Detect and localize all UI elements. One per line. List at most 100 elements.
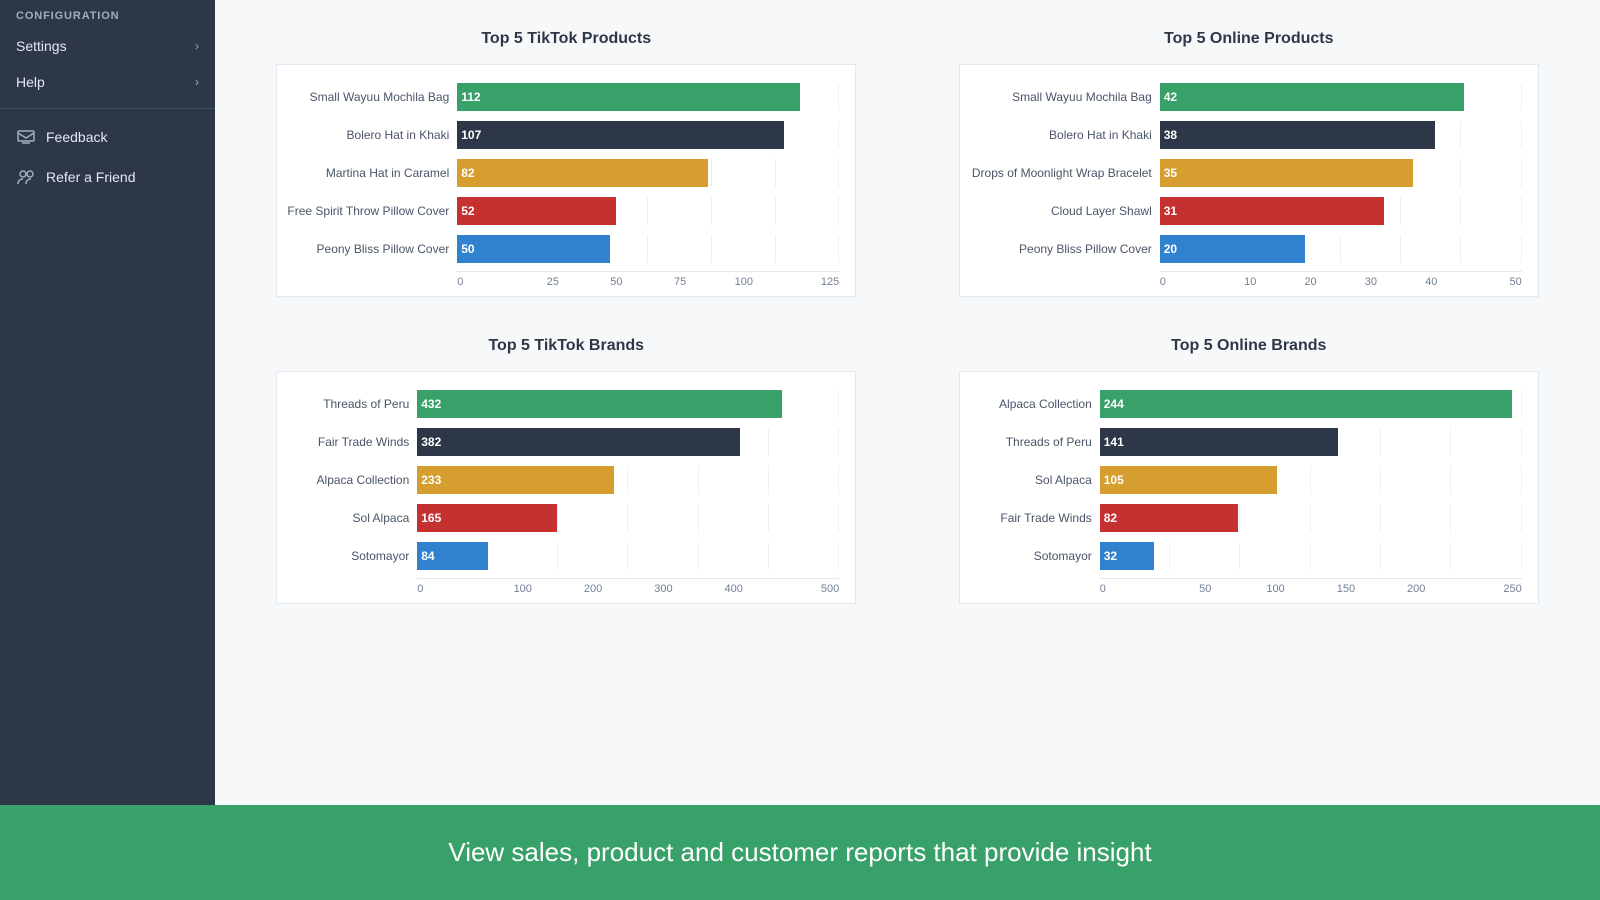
chart-online-brands-area: Alpaca Collection 244 Threads of Peru141 So… <box>959 371 1539 604</box>
x-tick: 250 <box>1451 583 1521 595</box>
settings-chevron-icon: › <box>195 39 199 53</box>
chart-tiktok-products: Top 5 TikTok Products Small Wayuu Mochil… <box>276 30 856 297</box>
bar-row: Fair Trade Winds 382 <box>277 426 839 458</box>
bar-label: Alpaca Collection <box>960 397 1100 411</box>
x-tick: 100 <box>1240 583 1310 595</box>
bar-row: Martina Hat in Caramel82 <box>277 157 839 189</box>
charts-bottom-row: Top 5 TikTok Brands Threads of Peru432Fa… <box>255 337 1560 604</box>
bar-value-label: 244 <box>1104 390 1514 418</box>
x-axis: 01020304050 <box>1160 271 1522 288</box>
bar-label: Free Spirit Throw Pillow Cover <box>277 204 457 218</box>
bar-row: Alpaca Collection233 <box>277 464 839 496</box>
bar-label: Small Wayuu Mochila Bag <box>960 90 1160 104</box>
x-tick: 50 <box>1461 276 1521 288</box>
bar-label: Fair Trade Winds <box>277 435 417 449</box>
settings-label: Settings <box>16 38 195 54</box>
bar-label: Threads of Peru <box>960 435 1100 449</box>
bar-row: Bolero Hat in Khaki38 <box>960 119 1522 151</box>
bar-track: 165 <box>417 504 839 532</box>
bar-track: 244 <box>1100 390 1522 418</box>
sidebar-item-settings[interactable]: Settings › <box>0 28 215 64</box>
bar-label: Drops of Moonlight Wrap Bracelet <box>960 166 1160 180</box>
bar-row: Sotomayor 84 <box>277 540 839 572</box>
bar-fill: 165 <box>417 504 556 532</box>
bar-value-label: 42 <box>1164 83 1466 111</box>
bar-value-label: 382 <box>421 428 741 456</box>
bar-value-label: 82 <box>461 159 710 187</box>
bar-fill: 82 <box>457 159 708 187</box>
bar-fill: 112 <box>457 83 799 111</box>
bar-value-label: 432 <box>421 390 784 418</box>
x-tick: 0 <box>1100 583 1170 595</box>
bar-value-label: 107 <box>461 121 786 149</box>
bar-fill: 233 <box>417 466 614 494</box>
bar-track: 20 <box>1160 235 1522 263</box>
bar-row: Small Wayuu Mochila Bag 112 <box>277 81 839 113</box>
bar-track: 382 <box>417 428 839 456</box>
main-content: Top 5 TikTok Products Small Wayuu Mochil… <box>215 0 1600 805</box>
x-tick: 0 <box>417 583 487 595</box>
bar-row: Sol Alpaca105 <box>960 464 1522 496</box>
bar-fill: 31 <box>1160 197 1384 225</box>
bar-fill: 141 <box>1100 428 1338 456</box>
bar-label: Sotomayor <box>277 549 417 563</box>
feedback-label: Feedback <box>46 129 107 145</box>
bar-row: Fair Trade Winds 82 <box>960 502 1522 534</box>
x-tick: 100 <box>488 583 558 595</box>
chart-online-brands: Top 5 Online Brands Alpaca Collection 244… <box>959 337 1539 604</box>
footer-banner: View sales, product and customer reports… <box>0 805 1600 900</box>
bar-track: 141 <box>1100 428 1522 456</box>
refer-icon <box>16 167 36 187</box>
bar-row: Small Wayuu Mochila Bag 42 <box>960 81 1522 113</box>
bar-row: Bolero Hat in Khaki107 <box>277 119 839 151</box>
bar-value-label: 112 <box>461 83 801 111</box>
x-tick: 30 <box>1341 276 1401 288</box>
help-chevron-icon: › <box>195 75 199 89</box>
x-tick: 200 <box>558 583 628 595</box>
charts-top-row: Top 5 TikTok Products Small Wayuu Mochil… <box>255 30 1560 297</box>
bar-value-label: 32 <box>1104 542 1156 570</box>
bar-label: Sotomayor <box>960 549 1100 563</box>
sidebar-item-help[interactable]: Help › <box>0 64 215 100</box>
chart-tiktok-brands: Top 5 TikTok Brands Threads of Peru432Fa… <box>276 337 856 604</box>
x-tick: 125 <box>776 276 840 288</box>
bar-value-label: 52 <box>461 197 618 225</box>
bar-row: Cloud Layer Shawl31 <box>960 195 1522 227</box>
sidebar: CONFIGURATION Settings › Help › Feedbac <box>0 0 215 805</box>
bar-row: Sotomayor 32 <box>960 540 1522 572</box>
sidebar-item-refer[interactable]: Refer a Friend <box>0 157 215 197</box>
feedback-icon <box>16 127 36 147</box>
bar-fill: 52 <box>457 197 616 225</box>
bar-label: Peony Bliss Pillow Cover <box>277 242 457 256</box>
bar-fill: 42 <box>1160 83 1464 111</box>
x-tick: 400 <box>699 583 769 595</box>
bar-value-label: 82 <box>1104 504 1240 532</box>
chart-online-brands-title: Top 5 Online Brands <box>959 337 1539 355</box>
x-tick: 500 <box>769 583 839 595</box>
x-axis: 0255075100125 <box>457 271 839 288</box>
bar-row: Free Spirit Throw Pillow Cover 52 <box>277 195 839 227</box>
x-tick: 10 <box>1220 276 1280 288</box>
bar-label: Threads of Peru <box>277 397 417 411</box>
bar-label: Small Wayuu Mochila Bag <box>277 90 457 104</box>
x-tick: 20 <box>1280 276 1340 288</box>
bar-label: Fair Trade Winds <box>960 511 1100 525</box>
bar-track: 38 <box>1160 121 1522 149</box>
bar-label: Cloud Layer Shawl <box>960 204 1160 218</box>
bar-label: Sol Alpaca <box>277 511 417 525</box>
bar-track: 112 <box>457 83 839 111</box>
sidebar-item-feedback[interactable]: Feedback <box>0 117 215 157</box>
bar-fill: 84 <box>417 542 488 570</box>
chart-online-products-title: Top 5 Online Products <box>959 30 1539 48</box>
bar-row: Peony Bliss Pillow Cover50 <box>277 233 839 265</box>
x-tick: 0 <box>1160 276 1220 288</box>
sidebar-divider <box>0 108 215 109</box>
chart-online-products: Top 5 Online Products Small Wayuu Mochil… <box>959 30 1539 297</box>
bar-label: Peony Bliss Pillow Cover <box>960 242 1160 256</box>
bar-value-label: 38 <box>1164 121 1437 149</box>
bar-value-label: 84 <box>421 542 490 570</box>
chart-tiktok-products-area: Small Wayuu Mochila Bag 112 Bolero Hat in … <box>276 64 856 297</box>
bar-track: 52 <box>457 197 839 225</box>
bar-row: Alpaca Collection 244 <box>960 388 1522 420</box>
bar-value-label: 20 <box>1164 235 1307 263</box>
